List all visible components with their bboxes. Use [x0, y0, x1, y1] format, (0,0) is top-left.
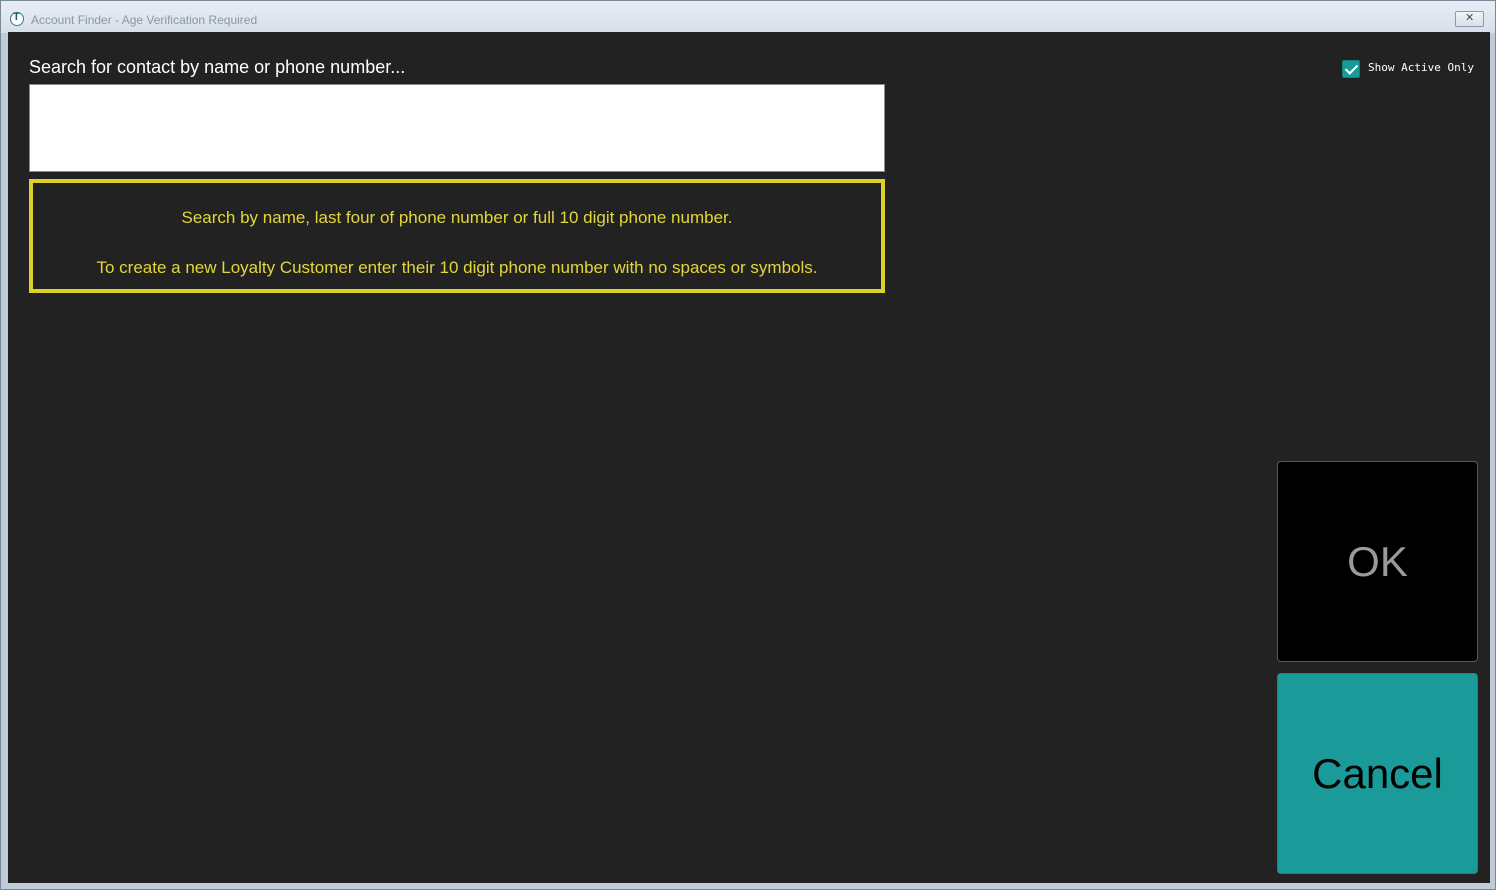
- dialog-content: Search for contact by name or phone numb…: [8, 32, 1490, 883]
- cancel-button[interactable]: Cancel: [1277, 673, 1478, 874]
- app-logo-icon: [10, 11, 24, 26]
- ok-button[interactable]: OK: [1277, 461, 1478, 662]
- search-hint-box: Search by name, last four of phone numbe…: [29, 179, 885, 293]
- title-bar[interactable]: Account Finder - Age Verification Requir…: [1, 1, 1495, 33]
- window-title: Account Finder - Age Verification Requir…: [31, 13, 258, 27]
- hint-create-text: To create a new Loyalty Customer enter t…: [96, 258, 818, 277]
- show-active-only-toggle[interactable]: Show Active Only: [1342, 59, 1482, 79]
- search-label: Search for contact by name or phone numb…: [29, 57, 406, 77]
- close-window-button[interactable]: [1455, 11, 1484, 27]
- search-input[interactable]: [29, 84, 885, 172]
- show-active-only-label: Show Active Only: [1368, 61, 1474, 74]
- hint-search-text: Search by name, last four of phone numbe…: [181, 208, 733, 227]
- show-active-only-checkbox[interactable]: [1342, 60, 1360, 78]
- account-finder-window: Account Finder - Age Verification Requir…: [0, 0, 1496, 890]
